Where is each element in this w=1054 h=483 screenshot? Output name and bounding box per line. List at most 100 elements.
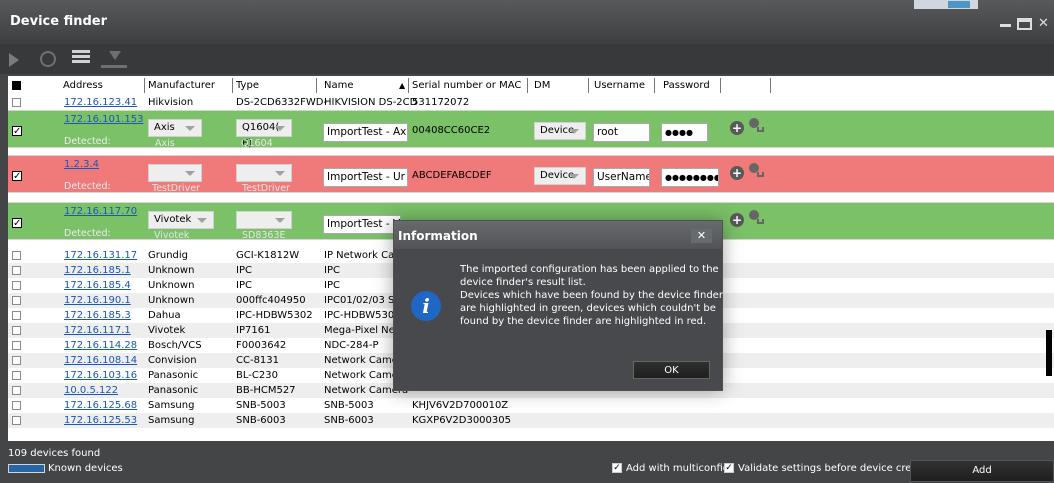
row-checkbox[interactable] xyxy=(12,311,21,320)
manufacturer-cell: Grundig xyxy=(148,250,189,261)
column-header-name[interactable]: Name xyxy=(324,80,354,91)
key-icon[interactable] xyxy=(749,163,764,179)
manufacturer-cell: Convision xyxy=(148,355,197,366)
plus-icon[interactable]: + xyxy=(730,166,744,180)
key-icon[interactable] xyxy=(749,118,764,134)
minimize-button[interactable] xyxy=(998,18,1013,30)
name-cell: IPC xyxy=(324,265,340,276)
selected-device-row-not-found[interactable]: ✓ 1.2.3.4 Detected: TestDriver TestDrive… xyxy=(8,155,1054,194)
add-button[interactable]: Add xyxy=(910,460,1054,482)
table-row[interactable]: 172.16.125.68 Samsung SNB-5003 SNB-5003 … xyxy=(8,398,1054,413)
address-link[interactable]: 172.16.117.70 xyxy=(64,206,137,217)
name-input[interactable]: ImportTest - V xyxy=(323,215,401,234)
column-separator xyxy=(770,78,771,93)
username-input[interactable]: UserName xyxy=(593,168,650,187)
address-link[interactable]: 172.16.103.16 xyxy=(64,370,137,381)
row-checkbox[interactable] xyxy=(12,266,21,275)
chevron-down-icon xyxy=(185,126,195,131)
address-link[interactable]: 1.2.3.4 xyxy=(64,159,99,170)
address-link[interactable]: 172.16.123.41 xyxy=(64,97,137,108)
dm-dropdown[interactable]: Device xyxy=(534,122,586,140)
manufacturer-dropdown[interactable] xyxy=(148,164,202,182)
row-checkbox[interactable] xyxy=(12,401,21,410)
close-window-button[interactable]: ✕ xyxy=(1038,17,1053,30)
maximize-button[interactable] xyxy=(1017,18,1032,30)
close-icon[interactable]: ✕ xyxy=(691,229,712,243)
row-checkbox-checked[interactable]: ✓ xyxy=(12,126,22,137)
row-checkbox[interactable] xyxy=(12,251,21,260)
address-link[interactable]: 172.16.185.4 xyxy=(64,280,131,291)
row-checkbox[interactable] xyxy=(12,281,21,290)
multiconfig-checkbox[interactable]: ✓ xyxy=(612,463,622,473)
address-link[interactable]: 10.0.5.122 xyxy=(64,385,118,396)
select-all-checkbox[interactable] xyxy=(12,81,21,90)
table-row[interactable]: 172.16.125.53 Samsung SNB-6003 SNB-6003 … xyxy=(8,413,1054,428)
row-checkbox[interactable] xyxy=(12,386,21,395)
address-link[interactable]: 172.16.125.68 xyxy=(64,400,137,411)
row-checkbox[interactable] xyxy=(12,341,21,350)
circle-icon[interactable] xyxy=(40,51,56,67)
column-header-address[interactable]: Address xyxy=(63,80,103,91)
name-input[interactable]: ImportTest - Ax xyxy=(323,123,408,142)
name-input[interactable]: ImportTest - Ur xyxy=(323,168,408,187)
filter-icon[interactable] xyxy=(72,50,90,67)
column-separator xyxy=(232,78,233,93)
password-input[interactable]: ●●●●●●●● xyxy=(661,168,719,187)
address-link[interactable]: 172.16.101.153 xyxy=(64,114,144,125)
top-thumbnail-highlight xyxy=(948,1,970,8)
dm-dropdown[interactable]: Device xyxy=(534,167,586,185)
column-separator xyxy=(588,78,589,93)
type-cell: CC-8131 xyxy=(236,355,280,366)
filter-line xyxy=(72,50,90,53)
address-link[interactable]: 172.16.117.1 xyxy=(64,325,131,336)
chevron-down-icon xyxy=(197,218,207,223)
row-checkbox[interactable] xyxy=(12,356,21,365)
row-checkbox[interactable] xyxy=(12,296,21,305)
row-checkbox[interactable] xyxy=(12,98,21,107)
name-cell: Network Camer xyxy=(324,355,403,366)
device-finder-window: Device finder ✕ ⌕ × Address Manufacturer… xyxy=(0,0,1054,483)
column-header-username[interactable]: Username xyxy=(594,80,645,91)
manufacturer-value: Axis xyxy=(154,122,175,133)
table-row[interactable]: 172.16.123.41 Hikvision DS-2CD6332FWD- H… xyxy=(8,95,1054,110)
row-checkbox-checked[interactable]: ✓ xyxy=(12,218,22,229)
type-dropdown[interactable] xyxy=(236,164,292,182)
type-dropdown[interactable]: Q1604(-E) xyxy=(236,119,292,149)
name-cell: IPC xyxy=(324,280,340,291)
address-link[interactable]: 172.16.108.14 xyxy=(64,355,137,366)
detected-label: Detected: xyxy=(64,181,111,192)
validate-checkbox[interactable]: ✓ xyxy=(724,463,734,473)
row-checkbox-checked[interactable]: ✓ xyxy=(12,171,22,182)
name-cell: IP Network Cam xyxy=(324,250,404,261)
type-dropdown[interactable] xyxy=(236,211,292,229)
row-checkbox[interactable] xyxy=(12,371,21,380)
username-input[interactable]: root xyxy=(593,123,650,142)
column-header-password[interactable]: Password xyxy=(663,80,710,91)
column-header-type[interactable]: Type xyxy=(236,80,259,91)
column-header-dm[interactable]: DM xyxy=(534,80,550,91)
key-icon[interactable] xyxy=(749,210,764,226)
address-link[interactable]: 172.16.114.28 xyxy=(64,340,137,351)
detected-label: Detected: xyxy=(64,136,111,147)
address-link[interactable]: 172.16.125.53 xyxy=(64,415,137,426)
manufacturer-dropdown[interactable]: Vivotek xyxy=(148,211,214,229)
address-link[interactable]: 172.16.185.3 xyxy=(64,310,131,321)
import-icon[interactable] xyxy=(101,51,127,68)
ok-button[interactable]: OK xyxy=(633,361,710,379)
address-link[interactable]: 172.16.131.17 xyxy=(64,250,137,261)
manufacturer-cell: Bosch/VCS xyxy=(148,340,202,351)
password-input[interactable]: ●●●● xyxy=(661,123,708,142)
column-header-serial[interactable]: Serial number or MAC xyxy=(412,80,521,91)
scrollbar-thumb[interactable] xyxy=(1046,330,1052,376)
row-checkbox[interactable] xyxy=(12,326,21,335)
plus-icon[interactable]: + xyxy=(730,213,744,227)
row-checkbox[interactable] xyxy=(12,416,21,425)
manufacturer-dropdown[interactable]: Axis xyxy=(148,119,202,137)
serial-cell: KGXP6V2D3000305 xyxy=(412,415,511,426)
selected-device-row-found[interactable]: ✓ 172.16.101.153 Detected: Axis Axis Q16… xyxy=(8,110,1054,149)
address-link[interactable]: 172.16.190.1 xyxy=(64,295,131,306)
plus-icon[interactable]: + xyxy=(730,121,744,135)
column-header-manufacturer[interactable]: Manufacturer xyxy=(148,80,215,91)
address-link[interactable]: 172.16.185.1 xyxy=(64,265,131,276)
play-icon[interactable] xyxy=(9,53,19,67)
